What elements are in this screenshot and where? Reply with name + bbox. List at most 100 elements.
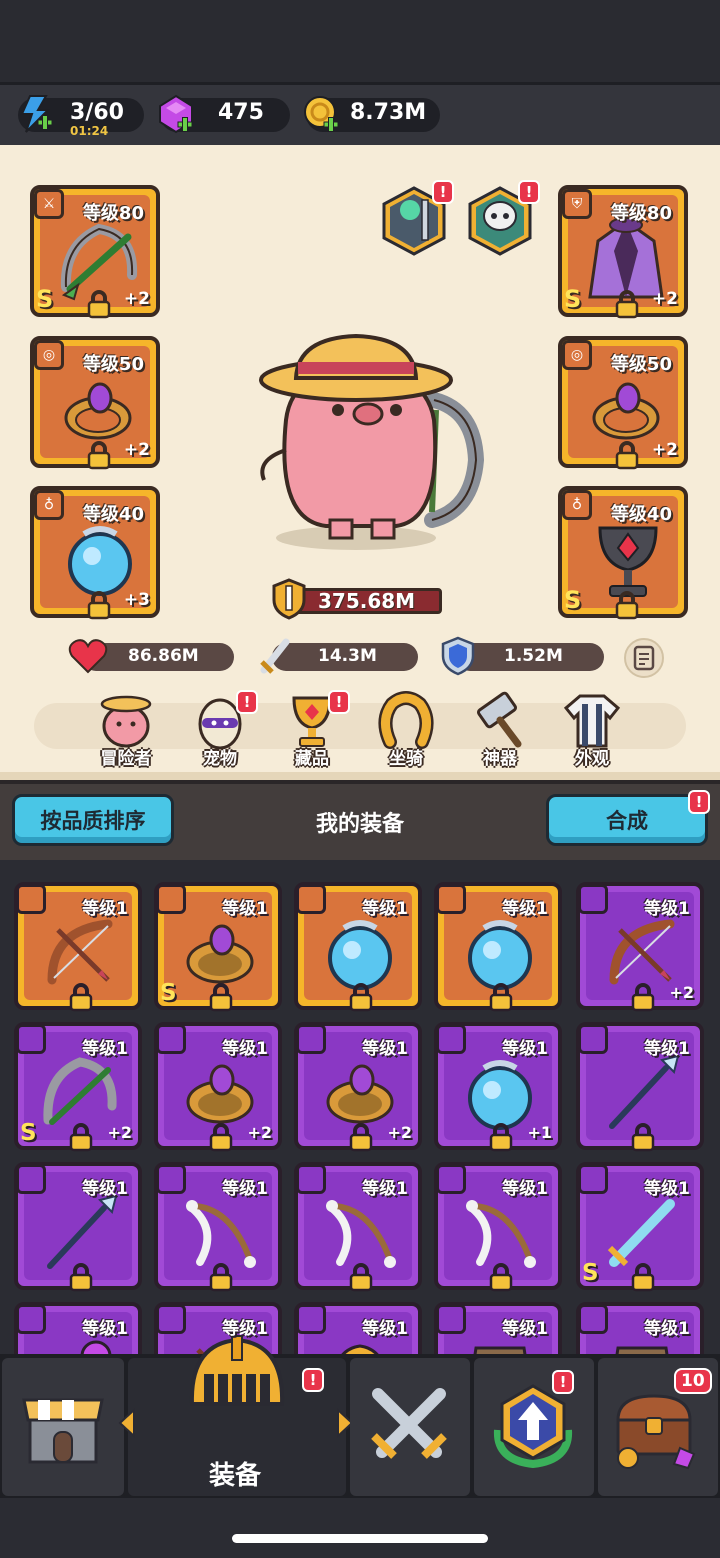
lock-icon: [69, 1263, 93, 1292]
lock-icon: [349, 1123, 373, 1152]
stats-detail-button[interactable]: [624, 638, 664, 678]
equipment-title: 我的装备: [315, 812, 404, 837]
item-level: 等级1: [82, 1319, 128, 1339]
lock-icon: [209, 1123, 233, 1152]
necklace-type-icon: ♁: [34, 490, 64, 520]
pig-head-icon: [100, 695, 152, 748]
notification-badge: !: [518, 180, 540, 204]
item-type-icon: [16, 1024, 46, 1054]
relic-hex-button[interactable]: !: [380, 180, 454, 256]
equipment-item[interactable]: 等级1: [14, 1302, 142, 1354]
equipment-item[interactable]: 等级1 +2: [154, 1022, 282, 1152]
gold-value: 8.73M: [350, 100, 427, 125]
ring-slot[interactable]: ◎ 等级50 +2: [30, 336, 160, 470]
notification-badge: !: [432, 180, 454, 204]
equipment-item[interactable]: 等级1: [294, 882, 422, 1012]
item-type-icon: [156, 1024, 186, 1054]
item-level: 等级1: [644, 1319, 690, 1339]
lock-icon: [631, 1263, 655, 1292]
tab-label: 宠物: [203, 749, 237, 769]
weapon-type-icon: ⚔: [34, 189, 64, 219]
lock-icon: [489, 1263, 513, 1292]
equipment-item[interactable]: 等级1 +2: [576, 882, 704, 1012]
nav-active-label: 装备: [208, 1461, 261, 1491]
equipment-item[interactable]: 等级1: [576, 1022, 704, 1152]
item-level: 等级1: [82, 899, 128, 919]
ring-slot-right[interactable]: ◎ 等级50 +2: [558, 336, 688, 470]
companion-hex-button[interactable]: !: [466, 180, 540, 256]
equipment-item[interactable]: 等级1: [434, 882, 562, 1012]
rank-label: S: [36, 285, 54, 313]
equipment-item[interactable]: 等级1: [14, 1162, 142, 1292]
nav-upgrade[interactable]: !: [474, 1358, 594, 1496]
item-level: 等级1: [502, 1039, 548, 1059]
sword-shield-icon: [272, 578, 306, 620]
tab-label: 藏品: [295, 749, 329, 769]
item-level: 等级1: [644, 899, 690, 919]
equipment-item[interactable]: 等级1: [14, 882, 142, 1012]
item-type-icon: [436, 1304, 466, 1334]
home-indicator: [232, 1534, 488, 1543]
lock-icon: [631, 1123, 655, 1152]
item-level: 等级1: [502, 1179, 548, 1199]
equipment-item[interactable]: 等级1 +2: [294, 1022, 422, 1152]
tab-adventurer[interactable]: 冒险者: [90, 690, 162, 770]
tab-collection[interactable]: ! 藏品: [276, 690, 350, 770]
energy-resource[interactable]: 3/60 01:24: [18, 95, 144, 138]
crossed-swords-icon: [371, 1388, 447, 1459]
lock-icon: [69, 983, 93, 1012]
home-indicator-area: [0, 1498, 720, 1558]
item-level: 等级1: [362, 899, 408, 919]
power-value: 375.68M: [318, 589, 416, 613]
plus-level: +2: [123, 440, 150, 460]
weapon-slot[interactable]: ⚔ 等级80 S +2: [30, 185, 160, 319]
tab-pet[interactable]: ! 宠物: [184, 690, 258, 770]
equipment-item[interactable]: 等级1 S: [576, 1162, 704, 1292]
necklace-slot[interactable]: ♁ 等级40 +3: [30, 486, 160, 620]
equipment-grid: 等级1 等级1 S 等级1 等级1 等级1 +2 等级1 S +2 等级1 +2 等级1 +2 等级1 +1 等…: [0, 860, 720, 1354]
equipment-item[interactable]: 等级1: [576, 1302, 704, 1354]
equipment-item[interactable]: 等级1 +1: [434, 1022, 562, 1152]
tab-appearance[interactable]: 外观: [556, 690, 628, 770]
sort-by-quality-button[interactable]: 按品质排序: [12, 794, 174, 846]
orb-necklace-icon: [68, 526, 132, 596]
list-document-icon: [633, 645, 655, 671]
equipment-item[interactable]: 等级1 S +2: [14, 1022, 142, 1152]
attack-value: 14.3M: [318, 646, 377, 666]
item-level: 等级1: [82, 1179, 128, 1199]
item-type-icon: [16, 884, 46, 914]
equipment-item[interactable]: 等级1: [294, 1302, 422, 1354]
defense-stat: 1.52M: [456, 643, 604, 671]
lock-icon: [87, 591, 111, 620]
lock-icon: [489, 1123, 513, 1152]
plus-level: +2: [651, 440, 678, 460]
merge-button[interactable]: 合成: [546, 794, 708, 846]
tab-label: 冒险者: [100, 749, 152, 769]
plus-level: +2: [123, 289, 150, 309]
equipment-item[interactable]: 等级1: [434, 1162, 562, 1292]
equipment-item[interactable]: 等级1 S: [154, 882, 282, 1012]
pig-hero-avatar[interactable]: [246, 330, 496, 560]
item-level: 等级1: [222, 1319, 268, 1339]
gem-resource[interactable]: 475: [159, 94, 290, 134]
item-type-icon: [156, 1164, 186, 1194]
tab-artifact[interactable]: 神器: [464, 690, 536, 770]
equipment-item[interactable]: 等级1: [154, 1162, 282, 1292]
heart-icon: [68, 639, 108, 674]
nav-battle[interactable]: [350, 1358, 470, 1496]
tab-mount[interactable]: 坐骑: [370, 690, 442, 770]
outfit-icon: [563, 694, 621, 748]
nav-shop[interactable]: [2, 1358, 124, 1496]
gold-resource[interactable]: 8.73M: [304, 96, 440, 132]
trinket-type-icon: ♁: [562, 490, 592, 520]
ring-icon: [592, 382, 660, 440]
armor-slot[interactable]: ⛨ 等级80 S +2: [558, 185, 688, 319]
plus-level: +2: [651, 289, 678, 309]
rank-label: S: [160, 980, 177, 1006]
notification-badge: !: [552, 1370, 574, 1394]
nav-treasure[interactable]: 10: [598, 1358, 718, 1496]
equipment-item[interactable]: 等级1: [294, 1162, 422, 1292]
trinket-slot[interactable]: ♁ 等级40 S: [558, 486, 688, 620]
equipment-item[interactable]: 等级1: [434, 1302, 562, 1354]
item-type-icon: [578, 1164, 608, 1194]
